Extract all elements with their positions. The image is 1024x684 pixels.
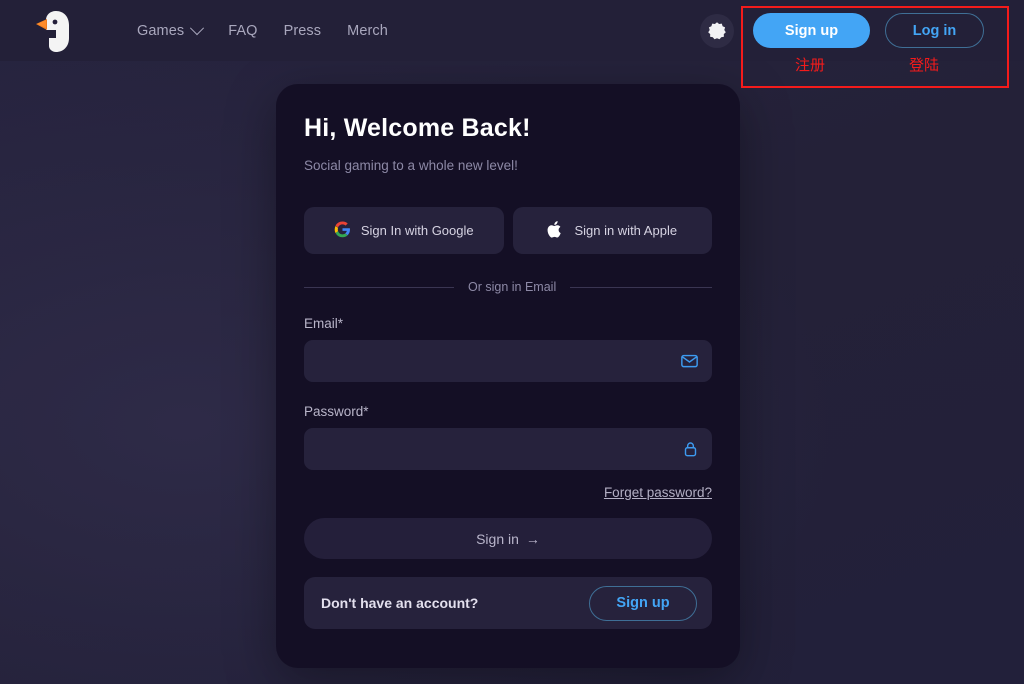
- password-label: Password*: [304, 404, 369, 419]
- annotation-label-login: 登陆: [909, 57, 940, 74]
- google-signin-label: Sign In with Google: [360, 223, 474, 238]
- password-input[interactable]: [304, 428, 712, 470]
- google-icon: [334, 221, 351, 241]
- divider-line-right: [570, 286, 712, 288]
- card-subtitle: Social gaming to a whole new level!: [304, 158, 518, 173]
- chevron-down-icon: [190, 20, 205, 35]
- signup-button-header[interactable]: Sign up: [753, 13, 870, 48]
- email-label: Email*: [304, 316, 344, 331]
- nav-label-games: Games: [137, 22, 185, 39]
- nav-label-faq: FAQ: [228, 22, 258, 39]
- envelope-icon[interactable]: [681, 354, 698, 369]
- dark-mode-toggle-button[interactable]: [700, 14, 734, 48]
- apple-signin-button[interactable]: Sign in with Apple: [512, 207, 712, 254]
- main-nav: Games FAQ Press Merch: [137, 0, 388, 61]
- email-field-wrapper[interactable]: [304, 340, 712, 382]
- card-title: Hi, Welcome Back!: [304, 114, 531, 142]
- signup-prompt-bar: Don't have an account? Sign up: [304, 577, 712, 629]
- email-divider: Or sign in Email: [304, 280, 712, 294]
- email-input[interactable]: [304, 340, 712, 382]
- google-signin-button[interactable]: Sign In with Google: [304, 207, 504, 254]
- lock-icon[interactable]: [683, 441, 698, 458]
- apple-icon: [547, 220, 564, 242]
- divider-line-left: [304, 286, 454, 288]
- signin-submit-button[interactable]: Sign in →: [304, 518, 712, 559]
- nav-label-merch: Merch: [347, 22, 388, 39]
- login-card: Hi, Welcome Back! Social gaming to a who…: [276, 84, 740, 668]
- page-root: Games FAQ Press Merch Sign up Log in 注册 …: [0, 0, 1024, 684]
- forget-password-row: Forget password?: [304, 485, 712, 500]
- nav-label-press: Press: [283, 22, 322, 39]
- auth-buttons-group: Sign up Log in: [753, 13, 984, 48]
- apple-signin-label: Sign in with Apple: [574, 223, 678, 238]
- social-signin-row: Sign In with Google Sign in with Apple: [304, 207, 712, 254]
- signup-button-card[interactable]: Sign up: [589, 585, 697, 621]
- nav-item-press[interactable]: Press: [284, 23, 322, 39]
- dark-mode-toggle-icon: [708, 22, 726, 40]
- signin-label: Sign in: [476, 530, 519, 547]
- signup-prompt-text: Don't have an account?: [321, 595, 479, 611]
- password-field-wrapper[interactable]: [304, 428, 712, 470]
- nav-item-games[interactable]: Games: [137, 20, 205, 39]
- login-button-header[interactable]: Log in: [885, 13, 984, 48]
- goose-logo-icon[interactable]: [34, 8, 78, 54]
- forget-password-link[interactable]: Forget password?: [604, 485, 712, 500]
- nav-item-merch[interactable]: Merch: [347, 23, 388, 39]
- site-header: Games FAQ Press Merch Sign up Log in: [0, 0, 1024, 61]
- divider-text: Or sign in Email: [468, 280, 557, 294]
- arrow-right-icon: →: [525, 530, 540, 547]
- nav-item-faq[interactable]: FAQ: [228, 23, 257, 39]
- annotation-label-signup: 注册: [795, 57, 826, 74]
